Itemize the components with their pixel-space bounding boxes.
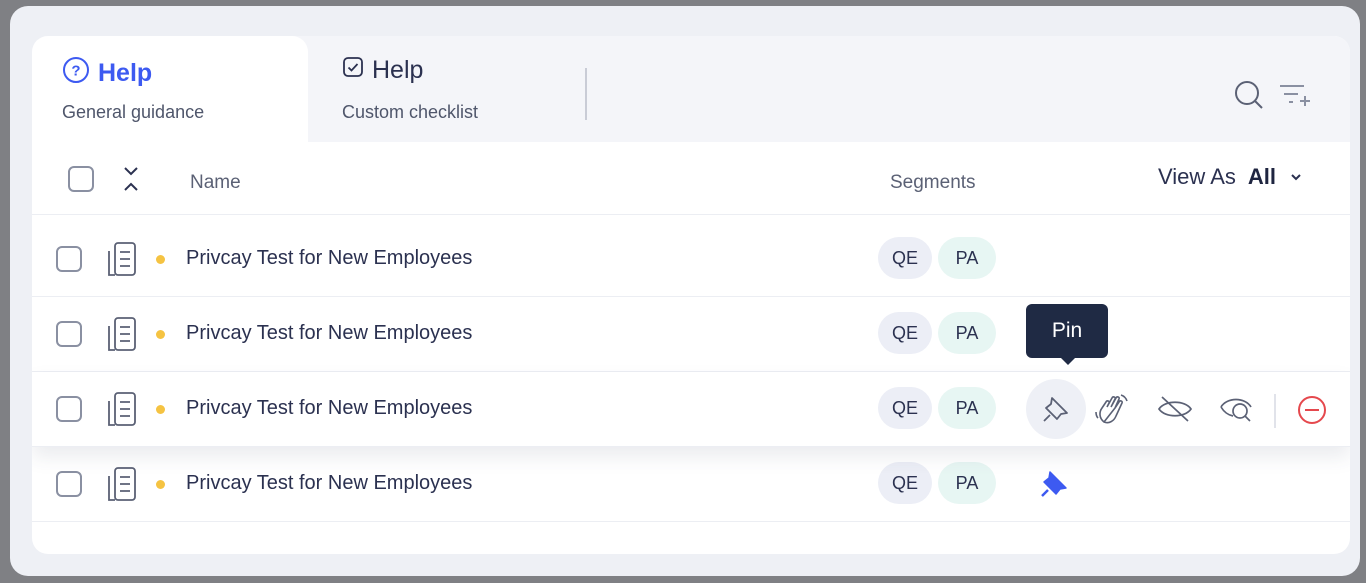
- pin-icon[interactable]: [1040, 393, 1072, 430]
- table-row[interactable]: Privcay Test for New Employees QE PA: [32, 222, 1350, 297]
- segment-badge: PA: [938, 237, 996, 279]
- content-card: ? Help General guidance Help Custom chec…: [32, 36, 1350, 554]
- pinned-icon[interactable]: [1038, 467, 1072, 506]
- svg-text:?: ?: [71, 63, 80, 80]
- document-icon: [104, 241, 138, 282]
- row-name: Privcay Test for New Employees: [186, 397, 473, 419]
- status-dot: [156, 255, 165, 264]
- tab-subtitle: General guidance: [62, 102, 205, 122]
- segment-badge: QE: [878, 387, 932, 429]
- wave-icon[interactable]: [1094, 392, 1130, 431]
- segment-badge: PA: [938, 387, 996, 429]
- view-as-value: All: [1247, 164, 1276, 189]
- table-row[interactable]: Privcay Test for New Employees QE PA: [32, 372, 1350, 447]
- tab-custom-checklist[interactable]: Help Custom checklist: [308, 36, 588, 142]
- row-checkbox[interactable]: [56, 246, 82, 272]
- row-name: Privcay Test for New Employees: [186, 322, 473, 344]
- collapse-expand-icon[interactable]: [120, 164, 142, 199]
- column-segments: Segments: [890, 172, 976, 193]
- document-icon: [104, 466, 138, 507]
- segment-badge: QE: [878, 237, 932, 279]
- tab-subtitle: Custom checklist: [342, 102, 479, 122]
- row-name: Privcay Test for New Employees: [186, 247, 473, 269]
- segment-badge: QE: [878, 312, 932, 354]
- row-checkbox[interactable]: [56, 321, 82, 347]
- tab-bar: ? Help General guidance Help Custom chec…: [32, 36, 1350, 142]
- view-as-select[interactable]: View As All: [1158, 164, 1304, 190]
- tab-general-guidance[interactable]: ? Help General guidance: [32, 36, 308, 142]
- filter-add-icon[interactable]: [1278, 80, 1312, 115]
- select-all-checkbox[interactable]: [68, 166, 94, 192]
- status-dot: [156, 405, 165, 414]
- column-name: Name: [190, 172, 241, 193]
- tab-title-text: Help: [98, 59, 153, 87]
- status-dot: [156, 480, 165, 489]
- search-icon[interactable]: [1232, 78, 1266, 117]
- app-frame: ? Help General guidance Help Custom chec…: [10, 6, 1360, 576]
- pin-tooltip: Pin: [1026, 304, 1108, 358]
- row-checkbox[interactable]: [56, 471, 82, 497]
- table-header: Name Segments View As All: [32, 142, 1350, 215]
- tab-divider: [585, 68, 587, 120]
- chevron-down-icon: [1288, 164, 1304, 190]
- segment-badge: PA: [938, 462, 996, 504]
- table-row[interactable]: Privcay Test for New Employees QE PA: [32, 447, 1350, 522]
- remove-icon[interactable]: [1296, 394, 1328, 431]
- table-row[interactable]: Privcay Test for New Employees QE PA: [32, 297, 1350, 372]
- tooltip-arrow: [1059, 356, 1077, 365]
- document-icon: [104, 316, 138, 357]
- document-icon: [104, 391, 138, 432]
- help-circle-icon: ?: [62, 56, 90, 91]
- tab-title: ? Help: [62, 56, 152, 91]
- row-name: Privcay Test for New Employees: [186, 472, 473, 494]
- view-as-label: View As: [1158, 164, 1236, 189]
- hide-icon[interactable]: [1156, 394, 1194, 429]
- checkbox-icon: [342, 56, 364, 85]
- status-dot: [156, 330, 165, 339]
- tab-title: Help: [342, 56, 423, 85]
- segment-badge: PA: [938, 312, 996, 354]
- row-checkbox[interactable]: [56, 396, 82, 422]
- tab-title-text: Help: [372, 56, 424, 84]
- segment-badge: QE: [878, 462, 932, 504]
- preview-icon[interactable]: [1218, 392, 1256, 431]
- actions-divider: [1274, 394, 1276, 428]
